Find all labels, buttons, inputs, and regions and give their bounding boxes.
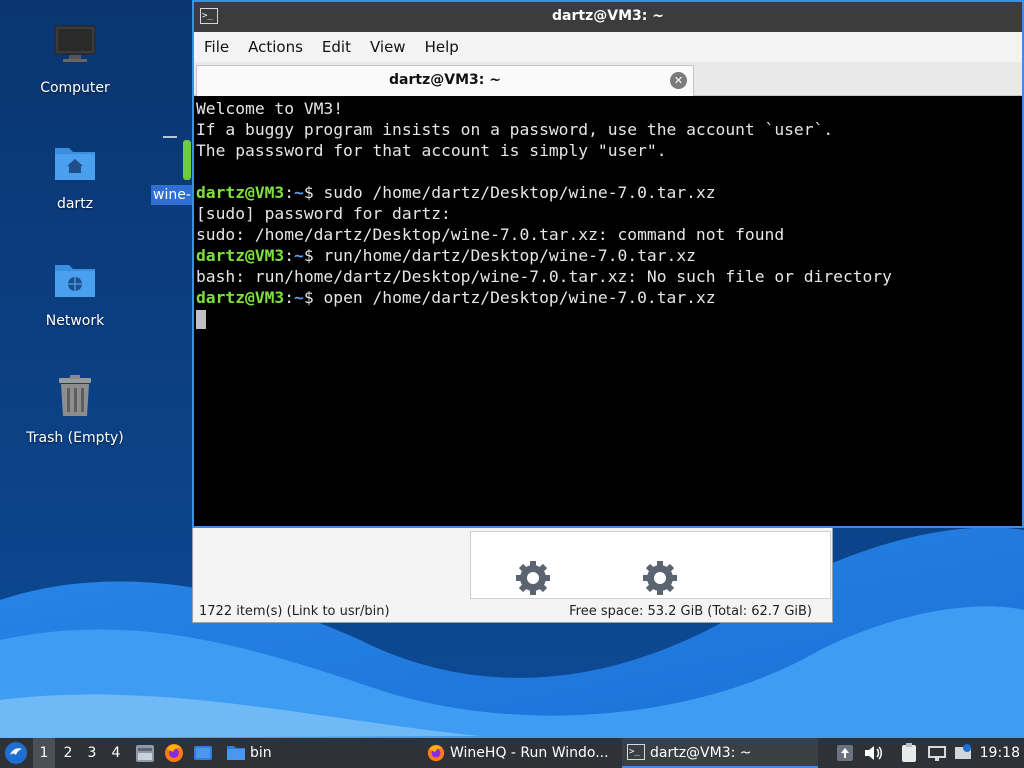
window-titlebar[interactable]: >_ dartz@VM3: ~	[194, 2, 1022, 32]
prompt-command: $ run/home/dartz/Desktop/wine-7.0.tar.xz	[303, 246, 696, 265]
close-icon[interactable]: ✕	[670, 72, 687, 89]
desktop-icon-label: Network	[45, 313, 105, 329]
menu-view[interactable]: View	[360, 32, 415, 62]
tab-bar: dartz@VM3: ~ ✕	[194, 62, 1022, 96]
prompt-path: ~	[294, 288, 304, 307]
home-folder-icon	[55, 148, 95, 180]
terminal-prompt-line: dartz@VM3:~$ sudo /home/dartz/Desktop/wi…	[196, 182, 1022, 203]
text-cursor	[196, 310, 206, 329]
app-menu-icon[interactable]	[4, 741, 28, 765]
volume-icon[interactable]	[862, 742, 884, 764]
terminal-line: sudo: /home/dartz/Desktop/wine-7.0.tar.x…	[196, 225, 785, 244]
workspace-3[interactable]: 3	[81, 738, 103, 768]
terminal-line: If a buggy program insists on a password…	[196, 120, 834, 139]
notifications-icon[interactable]	[952, 742, 974, 764]
desktop-icon-trash[interactable]: Trash (Empty)	[20, 372, 130, 446]
prompt-command: $ open /home/dartz/Desktop/wine-7.0.tar.…	[303, 288, 716, 307]
window-title: dartz@VM3: ~	[552, 8, 664, 24]
menu-file[interactable]: File	[194, 32, 238, 62]
file-manager-window[interactable]: 1722 item(s) (Link to usr/bin) Free spac…	[192, 520, 833, 623]
prompt-separator: :	[284, 246, 295, 265]
clipboard-icon[interactable]	[898, 742, 920, 764]
updates-icon[interactable]	[834, 742, 856, 764]
prompt-path: ~	[294, 183, 304, 202]
taskbar: 1 2 3 4 bin WineHQ - Run Windo... >_ dar…	[0, 738, 1024, 768]
task-label: WineHQ - Run Windo...	[450, 745, 609, 761]
menu-bar: File Actions Edit View Help	[194, 32, 1022, 62]
terminal-prompt-line: dartz@VM3:~$ run/home/dartz/Desktop/wine…	[196, 245, 1022, 266]
task-firefox-winehq[interactable]: WineHQ - Run Windo...	[422, 738, 618, 768]
terminal-icon: >_	[627, 744, 645, 760]
task-label: dartz@VM3: ~	[650, 745, 752, 761]
network-status-icon[interactable]	[926, 742, 948, 764]
workspace-2[interactable]: 2	[57, 738, 79, 768]
status-item-count: 1722 item(s) (Link to usr/bin)	[199, 604, 390, 619]
prompt-path: ~	[294, 246, 304, 265]
computer-icon	[54, 25, 96, 62]
desktop-icon-label: Trash (Empty)	[26, 430, 124, 446]
gear-icon[interactable]	[513, 558, 553, 598]
terminal-line: The passsword for that account is simply…	[196, 141, 667, 160]
folder-icon	[227, 746, 245, 760]
prompt-user: dartz@VM3	[196, 246, 285, 265]
bin-folder-button[interactable]: bin	[222, 738, 272, 768]
desktop-icon-computer[interactable]: Computer	[20, 22, 130, 96]
file-view-panel[interactable]	[470, 531, 831, 599]
terminal-window[interactable]: >_ dartz@VM3: ~ File Actions Edit View Help …	[192, 0, 1024, 528]
prompt-user: dartz@VM3	[196, 288, 285, 307]
prompt-user: dartz@VM3	[196, 183, 285, 202]
terminal-cursor-line	[196, 308, 1022, 329]
network-folder-icon	[55, 265, 95, 297]
drag-indicator	[163, 136, 177, 138]
terminal-prompt-line: dartz@VM3:~$ open /home/dartz/Desktop/wi…	[196, 287, 1022, 308]
status-free-space: Free space: 53.2 GiB (Total: 62.7 GiB)	[569, 604, 812, 619]
prompt-command: $ sudo /home/dartz/Desktop/wine-7.0.tar.…	[303, 183, 716, 202]
terminal-output[interactable]: Welcome to VM3! If a buggy program insis…	[196, 98, 1022, 526]
terminal-line: Welcome to VM3!	[196, 99, 344, 118]
terminal-line: [sudo] password for dartz:	[196, 204, 451, 223]
terminal-line: bash: run/home/dartz/Desktop/wine-7.0.ta…	[196, 267, 892, 286]
file-manager-icon[interactable]	[134, 742, 156, 764]
menu-actions[interactable]: Actions	[238, 32, 312, 62]
show-desktop-icon[interactable]	[192, 742, 214, 764]
desktop-icon-home-folder[interactable]: dartz	[20, 138, 130, 212]
firefox-icon[interactable]	[163, 742, 185, 764]
menu-edit[interactable]: Edit	[312, 32, 360, 62]
workspace-1[interactable]: 1	[33, 738, 55, 768]
tab-title: dartz@VM3: ~	[389, 72, 501, 88]
workspace-4[interactable]: 4	[105, 738, 127, 768]
trash-icon	[59, 375, 91, 416]
menu-help[interactable]: Help	[415, 32, 468, 62]
selection-indicator	[183, 140, 191, 180]
prompt-separator: :	[284, 183, 295, 202]
tab-terminal[interactable]: dartz@VM3: ~ ✕	[196, 65, 694, 96]
clock[interactable]: 19:18	[980, 738, 1020, 768]
gear-icon[interactable]	[640, 558, 680, 598]
desktop-icon-network[interactable]: Network	[20, 255, 130, 329]
desktop-file-label-selected[interactable]: wine-	[151, 185, 192, 205]
desktop-icon-label: Computer	[40, 80, 110, 96]
desktop-icon-label: dartz	[56, 196, 94, 212]
prompt-separator: :	[284, 288, 295, 307]
firefox-icon	[427, 744, 445, 762]
task-terminal[interactable]: >_ dartz@VM3: ~	[622, 738, 818, 768]
